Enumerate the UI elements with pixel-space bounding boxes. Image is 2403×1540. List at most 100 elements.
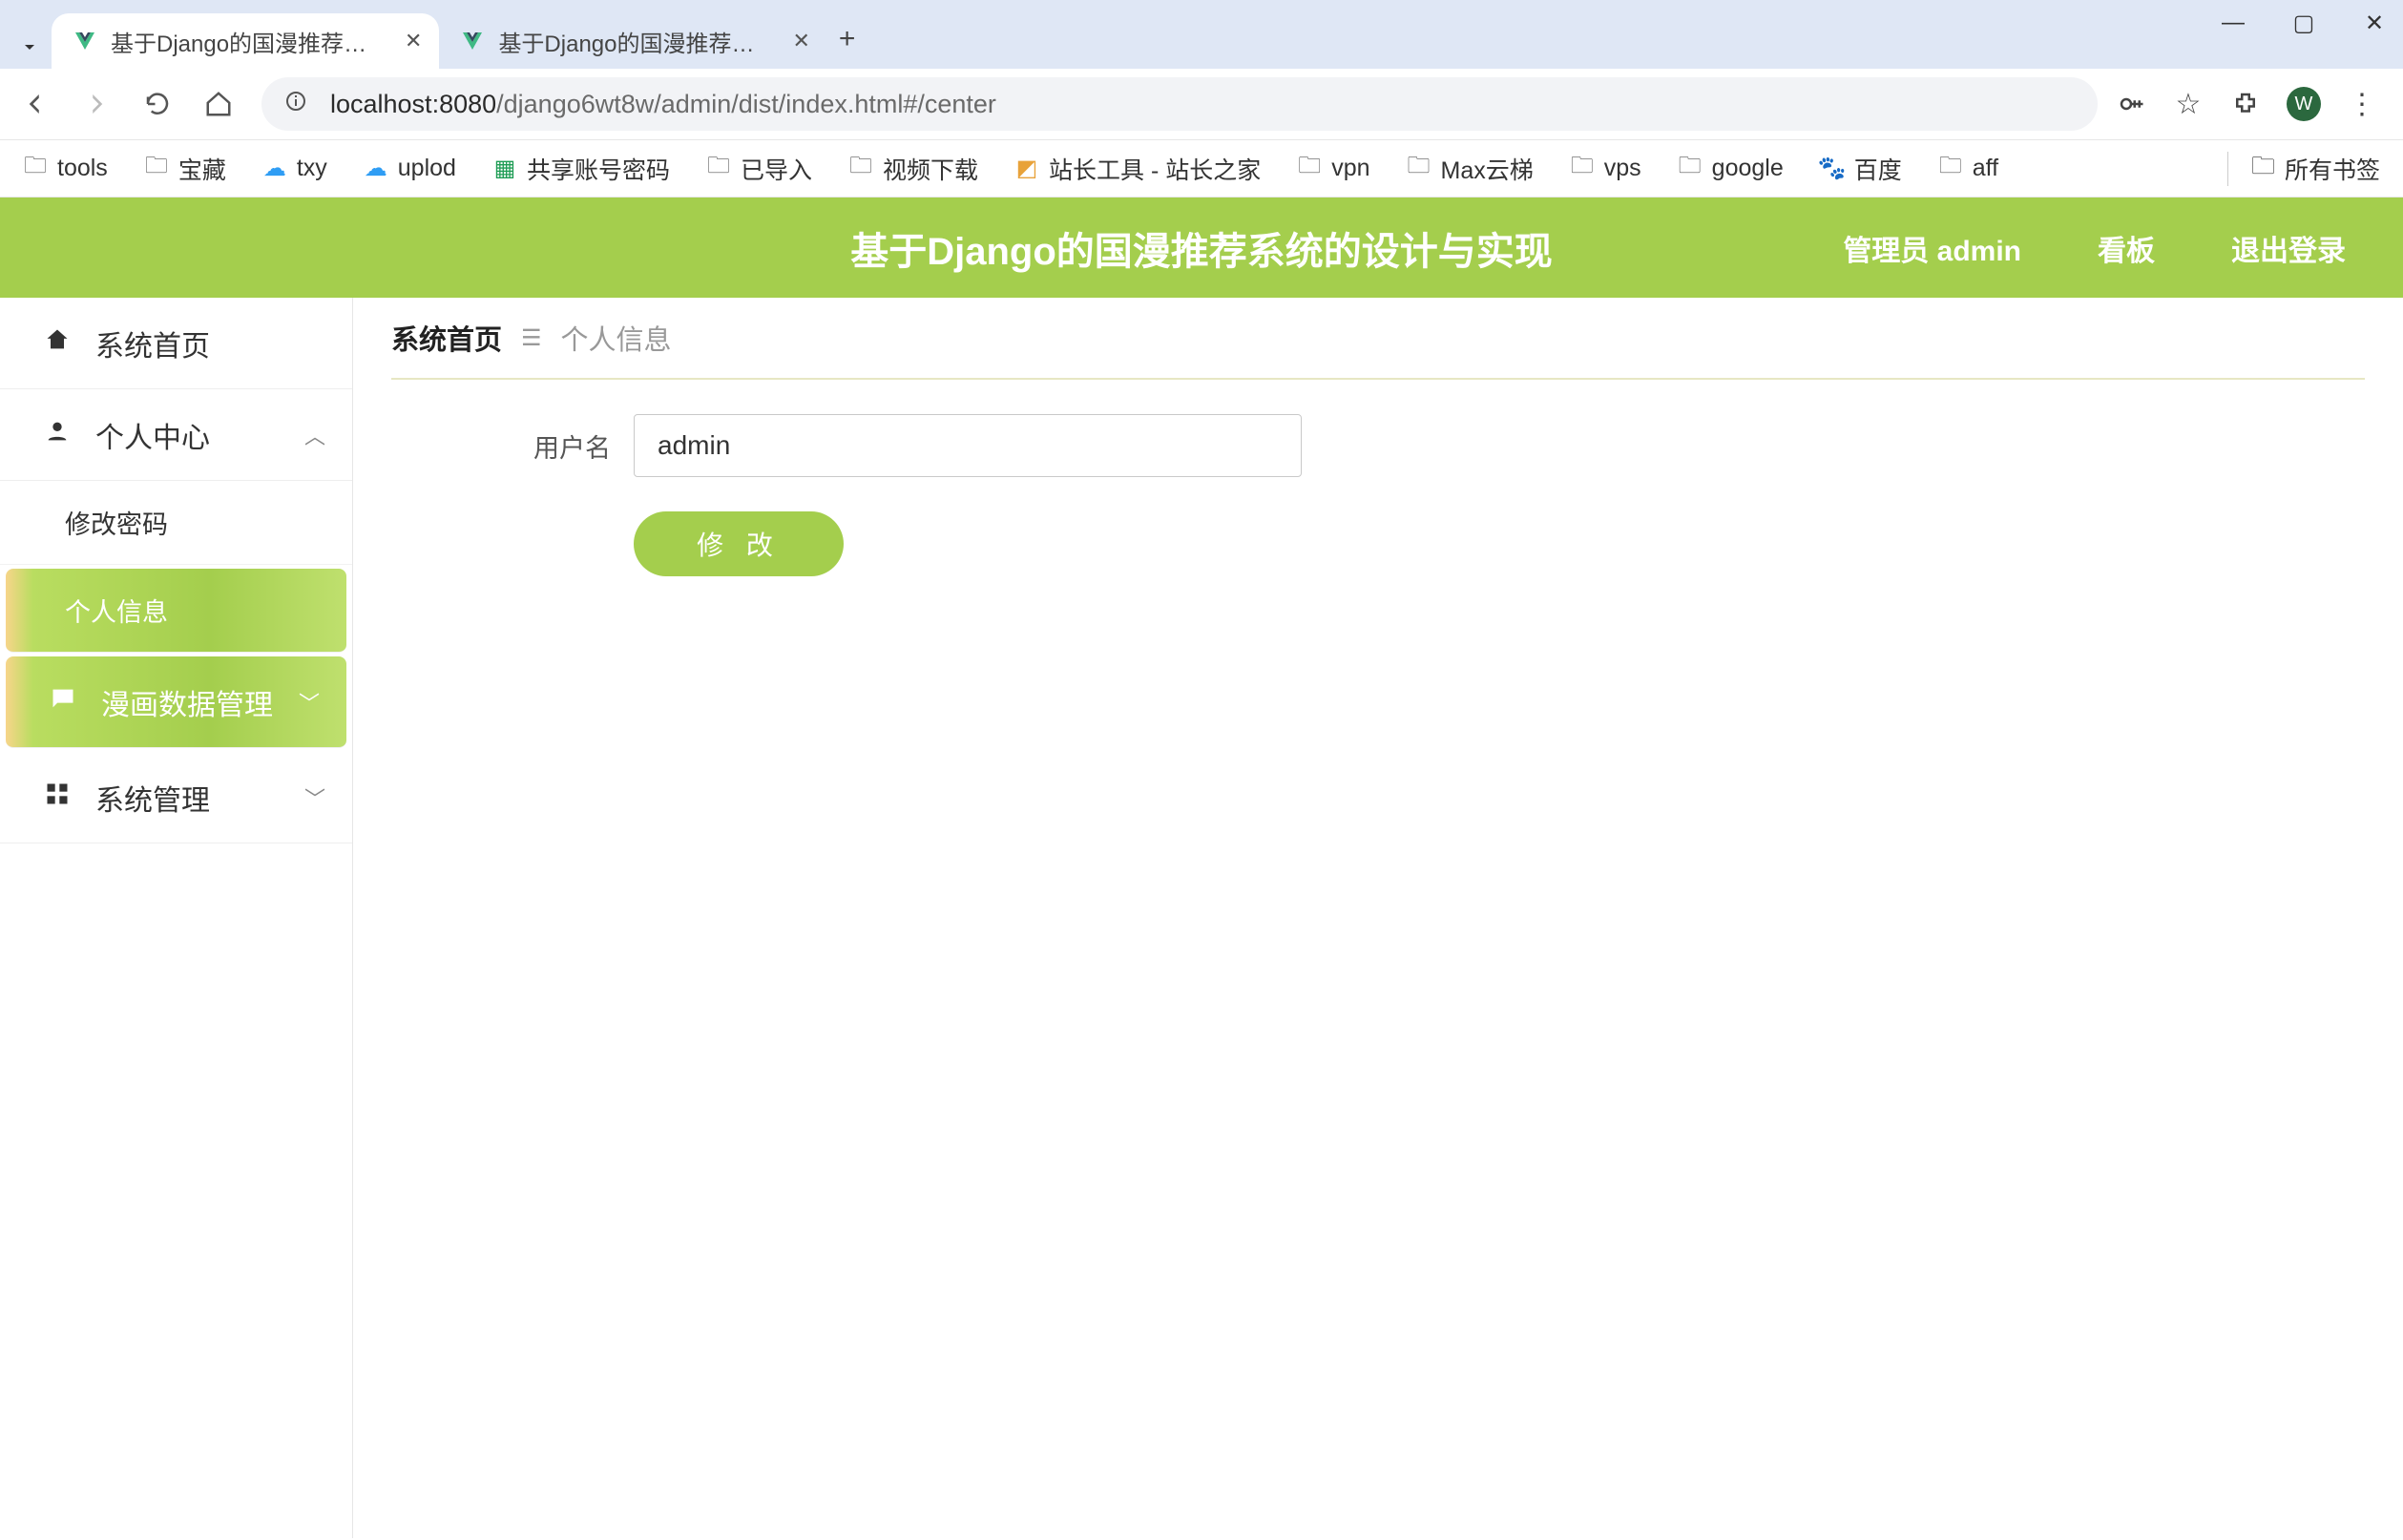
form-row-username: 用户名 <box>515 414 2365 477</box>
close-window-button[interactable]: ✕ <box>2357 10 2392 37</box>
minimize-button[interactable]: — <box>2216 10 2250 37</box>
bookmark-baozang[interactable]: 🗀 宝藏 <box>144 152 226 186</box>
bookmark-label: Max云梯 <box>1441 152 1534 186</box>
bookmark-label: 百度 <box>1854 152 1902 186</box>
main-content: 系统首页 ☰ 个人信息 用户名 修 改 <box>353 298 2403 1538</box>
new-tab-button[interactable]: + <box>839 23 856 55</box>
username-label: 用户名 <box>515 427 611 465</box>
folder-icon: 🗀 <box>1297 156 1322 181</box>
sidebar-item-manga-mgmt[interactable]: 漫画数据管理 ﹀ <box>6 656 346 748</box>
bookmark-label: 已导入 <box>741 152 812 186</box>
bookmark-label: 共享账号密码 <box>527 152 670 186</box>
bookmark-vpn[interactable]: 🗀vpn <box>1297 155 1369 182</box>
bookmark-imported[interactable]: 🗀已导入 <box>706 152 812 186</box>
sidebar-item-home[interactable]: 系统首页 <box>0 298 352 389</box>
bookmark-label: 站长工具 - 站长之家 <box>1049 152 1261 186</box>
tabs-container: 基于Django的国漫推荐系统的 ✕ 基于Django的国漫推荐系统的 ✕ <box>52 0 827 69</box>
breadcrumb-current: 个人信息 <box>561 318 672 358</box>
header-logout-link[interactable]: 退出登录 <box>2231 227 2346 269</box>
bookmark-label: tools <box>57 155 108 182</box>
folder-icon: 🗀 <box>1678 156 1703 181</box>
bookmark-label: 宝藏 <box>178 152 226 186</box>
tab-close-button[interactable]: ✕ <box>792 29 809 53</box>
sidebar-item-sys-mgmt[interactable]: 系统管理 ﹀ <box>0 752 352 843</box>
folder-icon: 🗀 <box>2251 148 2275 189</box>
paw-icon: 🐾 <box>1820 156 1845 181</box>
bookmark-baidu[interactable]: 🐾 百度 <box>1820 152 1902 186</box>
folder-icon: 🗀 <box>1570 156 1595 181</box>
arrow-left-icon <box>21 90 50 118</box>
profile-form: 用户名 修 改 <box>391 380 2365 576</box>
password-key-icon[interactable] <box>2115 88 2147 120</box>
profile-avatar[interactable]: W <box>2287 87 2321 121</box>
home-icon <box>44 326 76 360</box>
bookmark-txy[interactable]: ☁txy <box>262 155 327 182</box>
url-text: localhost:8080/django6wt8w/admin/dist/in… <box>330 90 996 119</box>
kebab-menu-icon[interactable]: ⋮ <box>2346 88 2378 120</box>
sidebar-item-personal-center[interactable]: 个人中心 ︿ <box>0 389 352 481</box>
bookmarks-bar: 🗀tools 🗀宝藏 ☁txy ☁uplod ▦共享账号密码 🗀已导入 🗀视频下… <box>0 140 2403 198</box>
bookmark-aff[interactable]: 🗀aff <box>1938 155 1998 182</box>
header-admin-link[interactable]: 管理员 admin <box>1843 227 2021 269</box>
sidebar-item-label: 系统管理 <box>95 777 210 819</box>
window-controls: — ▢ ✕ <box>2216 10 2392 37</box>
submit-button[interactable]: 修 改 <box>634 511 844 576</box>
sidebar-sub-change-password[interactable]: 修改密码 <box>0 481 352 565</box>
folder-icon: 🗀 <box>848 156 873 181</box>
site-info-icon[interactable] <box>284 90 313 119</box>
sidebar: 系统首页 个人中心 ︿ 修改密码 个人信息 漫画数据管理 ﹀ <box>0 298 353 1538</box>
nav-buttons <box>13 88 244 120</box>
all-bookmarks-label: 所有书签 <box>2285 152 2380 186</box>
bookmark-label: txy <box>297 155 327 182</box>
forward-button[interactable] <box>80 88 113 120</box>
bookmark-tools[interactable]: 🗀 tools <box>23 155 108 182</box>
sidebar-sub-label: 个人信息 <box>65 592 168 629</box>
bookmark-label: vps <box>1604 155 1641 182</box>
chevron-down-icon <box>18 35 41 58</box>
bookmark-label: google <box>1712 155 1784 182</box>
back-button[interactable] <box>19 88 52 120</box>
app-title: 基于Django的国漫推荐系统的设计与实现 <box>850 220 1553 276</box>
browser-tab-0[interactable]: 基于Django的国漫推荐系统的 ✕ <box>52 13 439 69</box>
browser-tabstrip: 基于Django的国漫推荐系统的 ✕ 基于Django的国漫推荐系统的 ✕ + … <box>0 0 2403 69</box>
browser-toolbar: localhost:8080/django6wt8w/admin/dist/in… <box>0 69 2403 140</box>
bookmark-uplod[interactable]: ☁uplod <box>364 155 456 182</box>
extensions-icon[interactable] <box>2229 88 2262 120</box>
folder-icon: 🗀 <box>23 156 48 181</box>
bookmark-shared-pwd[interactable]: ▦共享账号密码 <box>492 152 670 186</box>
app-body: 系统首页 个人中心 ︿ 修改密码 个人信息 漫画数据管理 ﹀ <box>0 298 2403 1538</box>
bookmark-label: aff <box>1973 155 1998 182</box>
app-header: 基于Django的国漫推荐系统的设计与实现 管理员 admin 看板 退出登录 <box>0 198 2403 298</box>
bookmark-maxyunti[interactable]: 🗀 Max云梯 <box>1407 152 1534 186</box>
url-bar[interactable]: localhost:8080/django6wt8w/admin/dist/in… <box>261 77 2098 131</box>
bookmark-vps[interactable]: 🗀 vps <box>1570 155 1641 182</box>
username-input[interactable] <box>634 414 1302 477</box>
header-right-links: 管理员 admin 看板 退出登录 <box>1843 227 2346 269</box>
bookmark-label: 视频下载 <box>883 152 978 186</box>
sidebar-item-label: 系统首页 <box>95 323 210 364</box>
sidebar-sub-profile[interactable]: 个人信息 <box>6 569 346 653</box>
tab-search-dropdown[interactable] <box>15 32 44 61</box>
chevron-up-icon: ︿ <box>304 420 325 450</box>
breadcrumb-separator-icon: ☰ <box>521 324 542 352</box>
bookmark-star-icon[interactable]: ☆ <box>2172 88 2204 120</box>
arrow-right-icon <box>82 90 111 118</box>
bookmark-zhanzhang[interactable]: ◩站长工具 - 站长之家 <box>1014 152 1261 186</box>
bookmark-video-dl[interactable]: 🗀 视频下载 <box>848 152 978 186</box>
browser-tab-1[interactable]: 基于Django的国漫推荐系统的 ✕ <box>439 13 826 69</box>
folder-icon: 🗀 <box>144 156 169 181</box>
home-button[interactable] <box>202 88 235 120</box>
tab-close-button[interactable]: ✕ <box>405 29 422 53</box>
chevron-down-icon: ﹀ <box>299 687 320 718</box>
folder-icon: 🗀 <box>1407 156 1431 181</box>
maximize-button[interactable]: ▢ <box>2287 10 2321 37</box>
reload-button[interactable] <box>141 88 174 120</box>
chat-icon <box>50 685 82 718</box>
header-board-link[interactable]: 看板 <box>2098 227 2155 269</box>
sidebar-sub-label: 修改密码 <box>65 504 168 541</box>
cloud-icon: ☁ <box>364 156 388 181</box>
home-icon <box>204 90 233 118</box>
bookmark-google[interactable]: 🗀 google <box>1678 155 1784 182</box>
all-bookmarks[interactable]: 🗀 所有书签 <box>2251 148 2380 189</box>
breadcrumb-home[interactable]: 系统首页 <box>391 318 502 358</box>
